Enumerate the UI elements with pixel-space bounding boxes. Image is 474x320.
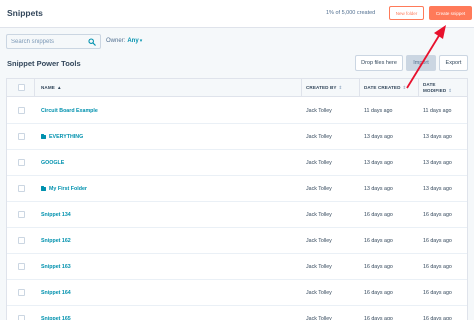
sort-icon: ⇕ (338, 85, 343, 90)
table-row[interactable]: Snippet 163 Jack Tolley 16 days ago 16 days… (7, 254, 467, 280)
date-modified-cell: 16 days ago (423, 290, 452, 296)
select-all-checkbox[interactable] (18, 84, 25, 91)
import-button[interactable]: Import (406, 55, 436, 71)
sort-icon: ⇕ (448, 88, 453, 93)
table-row[interactable]: GOOGLE Jack Tolley 13 days ago 13 days ago (7, 150, 467, 176)
row-checkbox[interactable] (18, 211, 25, 218)
owner-filter[interactable]: Owner: Any▾ (106, 38, 142, 44)
row-checkbox[interactable] (18, 237, 25, 244)
snippet-name-link[interactable]: GOOGLE (41, 160, 64, 166)
chevron-down-icon[interactable]: ▾ (140, 38, 143, 44)
date-created-cell: 16 days ago (364, 316, 393, 320)
date-modified-cell: 16 days ago (423, 316, 452, 320)
date-modified-cell: 13 days ago (423, 160, 452, 166)
snippet-name-link[interactable]: My First Folder (41, 186, 87, 192)
column-divider (418, 79, 419, 97)
column-header-date-modified[interactable]: DATE MODIFIED ⇕ (423, 82, 452, 94)
created-by-cell: Jack Tolley (306, 134, 332, 140)
date-modified-cell: 16 days ago (423, 212, 452, 218)
date-created-cell: 16 days ago (364, 238, 393, 244)
date-created-cell: 11 days ago (364, 108, 393, 114)
created-by-cell: Jack Tolley (306, 290, 332, 296)
column-header-date-created[interactable]: DATE CREATED ⇕ (364, 85, 406, 91)
snippet-name-link[interactable]: Circuit Board Example (41, 108, 98, 114)
date-modified-cell: 16 days ago (423, 264, 452, 270)
sort-icon: ▲ (56, 85, 62, 90)
date-modified-cell: 16 days ago (423, 238, 452, 244)
row-checkbox[interactable] (18, 185, 25, 192)
sort-icon: ⇕ (402, 85, 407, 90)
owner-value[interactable]: Any (127, 38, 138, 44)
usage-counter: 1% of 5,000 created (326, 10, 376, 16)
date-modified-cell: 13 days ago (423, 134, 452, 140)
column-header-name[interactable]: NAME ▲ (41, 85, 62, 90)
folder-icon (41, 134, 46, 139)
search-icon[interactable] (88, 38, 96, 46)
snippet-name-link[interactable]: Snippet 164 (41, 290, 71, 296)
date-created-cell: 16 days ago (364, 290, 393, 296)
snippets-table: NAME ▲ CREATED BY ⇕ DATE CREATED ⇕ DATE MOD… (6, 78, 468, 320)
column-divider (34, 79, 35, 97)
row-checkbox[interactable] (18, 263, 25, 270)
folder-icon (41, 186, 46, 191)
page-title: Snippets (7, 8, 43, 18)
table-row[interactable]: EVERYTHING Jack Tolley 13 days ago 13 days … (7, 124, 467, 150)
date-modified-cell: 13 days ago (423, 186, 452, 192)
column-header-created-by[interactable]: CREATED BY ⇕ (306, 85, 342, 91)
snippet-name-link[interactable]: Snippet 163 (41, 264, 71, 270)
column-divider (359, 79, 360, 97)
date-created-cell: 13 days ago (364, 134, 393, 140)
date-created-cell: 16 days ago (364, 264, 393, 270)
table-row[interactable]: Snippet 164 Jack Tolley 16 days ago 16 days… (7, 280, 467, 306)
row-checkbox[interactable] (18, 159, 25, 166)
date-created-cell: 13 days ago (364, 186, 393, 192)
column-divider (301, 79, 302, 97)
section-title: Snippet Power Tools (7, 59, 81, 68)
created-by-cell: Jack Tolley (306, 186, 332, 192)
export-button[interactable]: Export (439, 55, 468, 71)
date-created-cell: 16 days ago (364, 212, 393, 218)
created-by-cell: Jack Tolley (306, 264, 332, 270)
created-by-cell: Jack Tolley (306, 108, 332, 114)
created-by-cell: Jack Tolley (306, 160, 332, 166)
date-modified-cell: 11 days ago (423, 108, 452, 114)
search-box (6, 34, 101, 49)
snippet-name-link[interactable]: EVERYTHING (41, 134, 83, 140)
snippet-name-link[interactable]: Snippet 165 (41, 316, 71, 320)
search-input[interactable] (11, 37, 89, 47)
table-header: NAME ▲ CREATED BY ⇕ DATE CREATED ⇕ DATE MOD… (7, 79, 467, 97)
row-checkbox[interactable] (18, 107, 25, 114)
drop-files-button[interactable]: Drop files here (355, 55, 403, 71)
row-checkbox[interactable] (18, 289, 25, 296)
snippet-name-link[interactable]: Snippet 162 (41, 238, 71, 244)
table-row[interactable]: My First Folder Jack Tolley 13 days ago 13 … (7, 176, 467, 202)
created-by-cell: Jack Tolley (306, 316, 332, 320)
snippet-name-link[interactable]: Snippet 134 (41, 212, 71, 218)
create-snippet-button[interactable]: Create snippet (429, 6, 472, 20)
created-by-cell: Jack Tolley (306, 238, 332, 244)
table-row[interactable]: Snippet 134 Jack Tolley 16 days ago 16 days… (7, 202, 467, 228)
owner-label: Owner: (106, 38, 126, 44)
table-row[interactable]: Snippet 162 Jack Tolley 16 days ago 16 days… (7, 228, 467, 254)
row-checkbox[interactable] (18, 133, 25, 140)
new-folder-button[interactable]: New folder (389, 6, 424, 20)
table-row[interactable]: Snippet 165 Jack Tolley 16 days ago 16 days… (7, 306, 467, 320)
row-checkbox[interactable] (18, 315, 25, 320)
page-header: Snippets 1% of 5,000 created New folder … (0, 0, 474, 28)
created-by-cell: Jack Tolley (306, 212, 332, 218)
table-row[interactable]: Circuit Board Example Jack Tolley 11 days … (7, 98, 467, 124)
date-created-cell: 13 days ago (364, 160, 393, 166)
